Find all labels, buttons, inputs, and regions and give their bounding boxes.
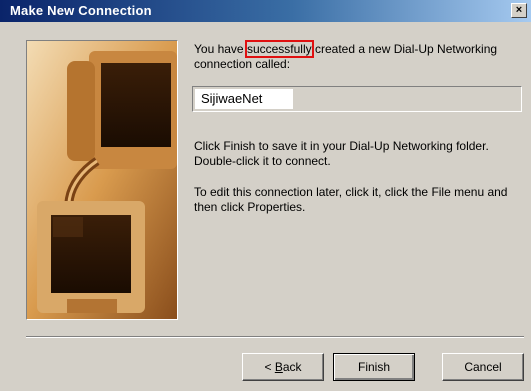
finish-button[interactable]: Finish bbox=[333, 353, 415, 381]
back-button[interactable]: < Back bbox=[242, 353, 324, 381]
intro-before: You have bbox=[194, 42, 247, 56]
window-title: Make New Connection bbox=[10, 3, 152, 18]
highlighted-word: successfully bbox=[244, 40, 314, 58]
back-accelerator: B bbox=[274, 360, 283, 374]
intro-text: You have successfully created a new Dial… bbox=[194, 40, 524, 72]
computer-monitors-illustration-icon bbox=[27, 41, 177, 319]
finish-instructions: Click Finish to save it in your Dial-Up … bbox=[194, 139, 489, 168]
connection-name[interactable]: SijiwaeNet bbox=[195, 89, 293, 109]
wizard-artwork bbox=[26, 40, 178, 320]
make-new-connection-dialog: Make New Connection × You have successfu… bbox=[0, 0, 531, 391]
connection-name-field: SijiwaeNet bbox=[192, 86, 522, 112]
button-divider bbox=[26, 336, 524, 338]
close-button[interactable]: × bbox=[511, 3, 527, 18]
back-prefix: < bbox=[264, 360, 275, 374]
title-bar: Make New Connection × bbox=[0, 0, 531, 22]
cancel-button[interactable]: Cancel bbox=[442, 353, 524, 381]
back-rest: ack bbox=[282, 360, 302, 374]
edit-instructions: To edit this connection later, click it,… bbox=[194, 185, 508, 214]
